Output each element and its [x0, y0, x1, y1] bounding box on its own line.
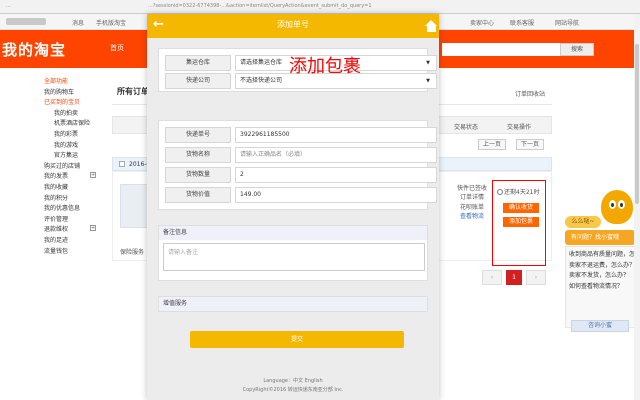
order-checkbox[interactable] — [119, 161, 125, 167]
sidebar-item-travel[interactable]: 机票酒店保险 — [44, 118, 104, 129]
clock-icon — [497, 189, 503, 195]
url-text-right: ...?sessionid=0322-6774398-...&action=it… — [148, 3, 372, 9]
nav-customer-service[interactable]: 联系客服 — [510, 18, 534, 27]
status-signed: 快件已签收 — [456, 185, 487, 192]
sidebar-item-lottery[interactable]: 我的彩票 — [44, 129, 104, 140]
note-label: 备注信息 — [159, 226, 427, 240]
mascot-eye — [609, 200, 616, 209]
sidebar-item-cart[interactable]: 我的购物车 — [44, 87, 104, 98]
next-page-button[interactable]: 下一页 — [516, 139, 544, 150]
pagination-next[interactable]: › — [526, 270, 546, 285]
help-question-list: 收到商品有质量问题，怎么办？ 卖家不退运费，怎么办？ 卖家不发货，怎么办？ 如何… — [565, 246, 640, 328]
service-text: 保险服务 — [120, 249, 145, 256]
help-widget: 么么哒~ 有问题？找小蜜哦 收到商品有质量问题，怎么办？ 卖家不退运费，怎么办？… — [565, 190, 640, 352]
pagination-current[interactable]: 1 — [506, 270, 522, 285]
sidebar-item-bought[interactable]: 已买到的宝贝 — [44, 97, 104, 108]
sidebar-item-invoice[interactable]: 我的发票 + — [44, 171, 104, 182]
help-title[interactable]: 有问题？找小蜜哦 — [565, 230, 635, 245]
add-tracking-modal: ← 添加单号 集运仓库 请选择集运仓库 快递公司 不选择快递公司 快递单号 39… — [147, 14, 439, 400]
column-trade-status[interactable]: 交易状态 — [454, 122, 478, 131]
nav-site-map[interactable]: 网站导航 — [555, 18, 579, 27]
countdown-text: 还剩4天21时 — [504, 189, 540, 196]
help-question[interactable]: 收到商品有质量问题，怎么办？ — [569, 250, 640, 261]
help-question[interactable]: 如何查看物流情况？ — [569, 282, 631, 293]
pagination-prev[interactable]: ‹ — [482, 270, 502, 285]
scrollbar-thumb[interactable] — [635, 44, 639, 204]
tracking-number-input[interactable]: 3922961185500 — [235, 127, 437, 143]
sidebar-item-shops[interactable]: 购买过的店铺 — [44, 161, 104, 172]
sidebar-item-reviews[interactable]: 评价管理 — [44, 214, 104, 225]
mascot-bubble: 么么哒~ — [565, 216, 601, 228]
goods-name-input[interactable]: 请输入正确品名（必填） — [235, 147, 437, 163]
recycle-bin-link[interactable]: 订单回收站 — [515, 89, 545, 98]
mascot-icon[interactable] — [601, 190, 633, 224]
nav-seller-center[interactable]: 卖家中心 — [470, 18, 494, 27]
order-status-column: 快件已签收 订单详情 花呗账单 查看物流 — [452, 184, 492, 222]
warehouse-label: 集运仓库 — [165, 55, 231, 71]
sidebar-item-footprint[interactable]: 我的足迹 — [44, 235, 104, 246]
product-thumbnail[interactable] — [120, 184, 148, 228]
footer-copyright: CopyRight©2016 转运快递东南亚分部 Inc. — [242, 387, 344, 393]
search-input[interactable] — [442, 43, 560, 56]
confirm-receipt-button[interactable]: 确认收货 — [503, 203, 539, 213]
orders-title: 所有订单 — [117, 87, 149, 96]
url-text-left: ... — [6, 3, 11, 9]
sidebar-item-consolidation[interactable]: 官方集运 — [44, 150, 104, 161]
submit-button[interactable]: 提交 — [190, 331, 404, 348]
search-button[interactable]: 搜索 — [560, 43, 594, 56]
expand-icon[interactable]: + — [90, 172, 96, 179]
goods-value-input[interactable]: 149.00 — [235, 187, 437, 203]
user-name-blurred — [6, 18, 46, 25]
nav-messages[interactable]: 消息 — [72, 18, 84, 27]
order-detail-link[interactable]: 订单详情 — [452, 193, 492, 202]
goods-value-label: 货物价值 — [165, 187, 231, 203]
page-scrollbar[interactable] — [634, 14, 640, 400]
add-package-button[interactable]: 添加包裹 — [503, 217, 539, 227]
browser-address-bar[interactable]: ... ...?sessionid=0322-6774398-...&actio… — [0, 0, 640, 14]
sidebar-item-coupons[interactable]: 我的优惠信息 — [44, 203, 104, 214]
sidebar-item-auction[interactable]: 我的拍卖 — [44, 108, 104, 119]
home-icon[interactable] — [425, 20, 438, 32]
shipment-card: 快递单号 3922961185500 货物名称 请输入正确品名（必填） 货物数量… — [158, 120, 437, 210]
sidebar-item-favorites[interactable]: 我的收藏 — [44, 182, 104, 193]
modal-title: 添加单号 — [277, 20, 309, 29]
sidebar-item-label: 退款维权 — [44, 226, 69, 234]
sidebar-item-all[interactable]: 全部功能 — [44, 76, 104, 87]
goods-quantity-label: 货物数量 — [165, 167, 231, 183]
add-package-annotation: 添加包裹 — [289, 56, 361, 77]
modal-body: 集运仓库 请选择集运仓库 快递公司 不选择快递公司 快递单号 392296118… — [147, 38, 439, 400]
help-question[interactable]: 卖家不退运费，怎么办？ — [569, 261, 635, 272]
highlight-box: 还剩4天21时 确认收货 添加包裹 — [492, 180, 546, 266]
tracking-number-label: 快递单号 — [165, 127, 231, 143]
note-textarea[interactable]: 请输入备注 — [163, 243, 425, 271]
countdown: 还剩4天21时 — [497, 187, 539, 196]
modal-header: ← 添加单号 — [147, 14, 439, 38]
screen: ... ...?sessionid=0322-6774398-...&actio… — [0, 0, 640, 400]
footer-language: Language：中文 English — [263, 378, 323, 384]
note-card: 备注信息 请输入备注 — [158, 225, 428, 281]
sidebar: 全部功能 我的购物车 已买到的宝贝 我的拍卖 机票酒店保险 我的彩票 我的游戏 … — [44, 76, 104, 256]
expand-icon[interactable]: + — [90, 225, 96, 232]
help-question[interactable]: 卖家不发货，怎么办？ — [569, 271, 631, 282]
value-added-service[interactable]: 增值服务 — [158, 296, 428, 312]
consult-button[interactable]: 咨询小蜜 — [571, 320, 629, 332]
huabei-bill-link[interactable]: 花呗账单 — [452, 203, 492, 212]
sidebar-item-games[interactable]: 我的游戏 — [44, 140, 104, 151]
goods-name-label: 货物名称 — [165, 147, 231, 163]
sidebar-item-points[interactable]: 我的积分 — [44, 193, 104, 204]
home-tab[interactable]: 首页 — [110, 43, 124, 53]
prev-page-button[interactable]: 上一页 — [478, 139, 506, 150]
sidebar-item-label: 我的发票 — [44, 173, 69, 181]
goods-quantity-input[interactable]: 2 — [235, 167, 437, 183]
taobao-logo[interactable]: 我的淘宝 — [2, 39, 66, 60]
sidebar-item-data-wallet[interactable]: 流量钱包 — [44, 246, 104, 257]
courier-label: 快递公司 — [165, 73, 231, 89]
mascot-eye — [618, 200, 625, 209]
column-trade-action: 交易操作 — [507, 124, 532, 131]
nav-mobile[interactable]: 手机版淘宝 — [96, 18, 126, 27]
sidebar-item-refunds[interactable]: 退款维权 + — [44, 224, 104, 235]
view-logistics-link[interactable]: 查看物流 — [452, 212, 492, 221]
